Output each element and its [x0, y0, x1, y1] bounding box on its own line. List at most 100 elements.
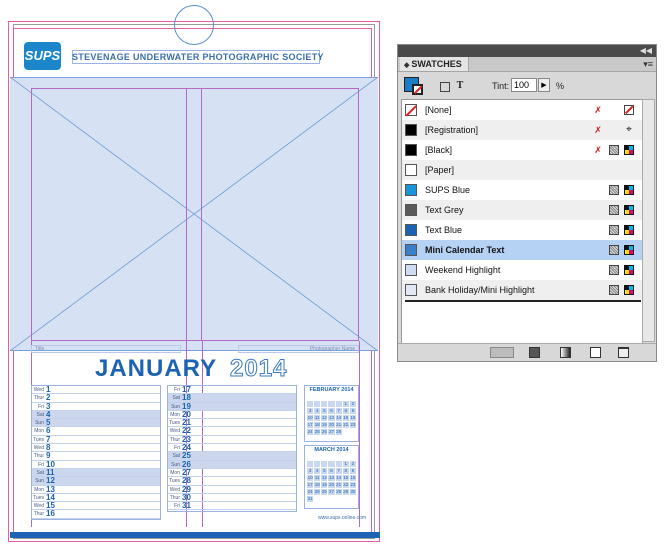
- day-row[interactable]: Sun 5: [32, 418, 160, 428]
- scrollbar[interactable]: [642, 99, 655, 342]
- day-row[interactable]: Wed 8: [32, 443, 160, 453]
- new-swatch-icon[interactable]: [590, 347, 601, 358]
- mini-calendar-day: 4: [314, 408, 321, 414]
- swatch-name: SUPS Blue: [425, 185, 471, 195]
- swatch-row[interactable]: Text Blue: [402, 220, 642, 240]
- swatch-row[interactable]: Mini Calendar Text: [402, 240, 642, 260]
- day-row[interactable]: Thur 16: [32, 509, 160, 519]
- show-color-swatches-icon[interactable]: [529, 347, 540, 358]
- mini-calendar-day: 18: [314, 482, 321, 488]
- day-name: Wed: [33, 445, 44, 452]
- swatch-chip: [405, 204, 417, 216]
- mini-calendar-day: 24: [307, 489, 314, 495]
- panel-menu-icon[interactable]: ▾≡: [643, 58, 653, 70]
- day-name: Sun: [171, 403, 180, 410]
- tint-input[interactable]: [511, 78, 537, 92]
- photographer-field[interactable]: Photographer Name: [238, 345, 359, 353]
- mini-calendar-day: 7: [335, 468, 342, 474]
- swatch-name: [Black]: [425, 145, 453, 155]
- mini-calendar-header-cell: [342, 396, 349, 400]
- mini-calendar-day: 5: [321, 468, 328, 474]
- mini-calendar-day: 14: [335, 475, 342, 481]
- day-row[interactable]: Tues 7: [32, 435, 160, 445]
- fill-stroke-proxy[interactable]: [404, 77, 426, 97]
- day-row[interactable]: Fri 31: [168, 501, 296, 511]
- day-row[interactable]: Thur 2: [32, 393, 160, 403]
- day-name: Sun: [171, 461, 180, 468]
- show-gradient-swatches-icon[interactable]: [560, 347, 571, 358]
- tab-swatches[interactable]: ◆ SWATCHES: [400, 57, 469, 71]
- none-swatch-icon: [624, 105, 634, 115]
- swatch-chip: [405, 244, 417, 256]
- swatch-row[interactable]: [Paper]: [402, 160, 642, 180]
- mini-calendar-day: 25: [314, 489, 321, 495]
- document-canvas[interactable]: SUPS STEVENAGE UNDERWATER PHOTOGRAPHIC S…: [0, 0, 390, 550]
- mini-calendar-header-cell: [321, 456, 328, 460]
- mini-calendar-day: [321, 461, 328, 467]
- swatch-chip: [405, 264, 417, 276]
- day-name: Mon: [170, 469, 180, 476]
- mini-calendar-february[interactable]: FEBRUARY 2014 1 2 3 4 5 6 7 8 9 10 11 12 13 14 15 16 17 1…: [304, 385, 359, 442]
- swatch-row[interactable]: SUPS Blue: [402, 180, 642, 200]
- mini-calendar-day: 25: [314, 429, 321, 435]
- day-row[interactable]: Fri 3: [32, 402, 160, 411]
- day-row[interactable]: Sat 4: [32, 410, 160, 420]
- mini-calendar-day: [321, 401, 328, 407]
- swatch-name: [Paper]: [425, 165, 455, 175]
- panel-tabbar: ◆ SWATCHES ▾≡: [398, 57, 656, 72]
- swatch-list[interactable]: [None] ✗ [Registration] ✗ ⌖ [Black] ✗ [Paper] SU…: [401, 99, 643, 344]
- swatch-chip: [405, 224, 417, 236]
- swatch-row[interactable]: Bank Holiday/Mini Highlight: [402, 280, 642, 300]
- swatch-chip: [405, 284, 417, 296]
- day-column-1[interactable]: Wed 1 Thur 2 Fri 3 Sat 4 Sun 5 Mon 6 Tues 7 Wed 8 Thur 9 F…: [31, 385, 161, 520]
- panel-titlebar[interactable]: ◀◀: [398, 45, 656, 57]
- tint-slider-icon[interactable]: ▶: [538, 78, 550, 92]
- day-name: Wed: [33, 503, 44, 510]
- swatch-chip: [405, 124, 417, 136]
- mini-calendar-day: [328, 401, 335, 407]
- title-field[interactable]: Title: [31, 345, 181, 353]
- collapse-icon[interactable]: ◀◀: [640, 45, 652, 57]
- show-all-swatches-icon[interactable]: [490, 347, 514, 358]
- mini-calendar-day: 10: [307, 475, 314, 481]
- swatches-panel[interactable]: ◀◀ ◆SWATCHES ▾≡ T Tint: ▶ % [None]✗[Regi…: [397, 44, 657, 362]
- mini-calendar-header-cell: [328, 456, 335, 460]
- swatch-name: Mini Calendar Text: [425, 245, 505, 255]
- format-text-icon[interactable]: T: [455, 81, 465, 91]
- year-title: 2014: [229, 355, 288, 383]
- mini-calendar-day: 23: [349, 422, 356, 428]
- swatch-row[interactable]: [Registration] ✗ ⌖: [402, 120, 642, 140]
- mini-calendar-day: 4: [314, 468, 321, 474]
- process-color-icon: [609, 285, 619, 295]
- delete-swatch-icon[interactable]: [618, 347, 629, 358]
- swatch-row[interactable]: [Black] ✗: [402, 140, 642, 160]
- mini-calendar-header-cell: [314, 456, 321, 460]
- mini-calendar-header-cell: [335, 396, 342, 400]
- mini-calendar-day: 8: [342, 468, 349, 474]
- mini-calendar-march[interactable]: MARCH 2014 1 2 3 4 5 6 7 8 9 10 11 12 13 14 15 16 17 18 19…: [304, 445, 359, 509]
- swatch-name: Bank Holiday/Mini Highlight: [425, 285, 535, 295]
- process-color-icon: [609, 145, 619, 155]
- mini-calendar-day: 31: [307, 496, 314, 502]
- format-container-icon[interactable]: [440, 82, 450, 92]
- mini-calendar-day: 19: [321, 422, 328, 428]
- day-row[interactable]: Wed 1: [32, 385, 160, 395]
- stroke-swatch-icon[interactable]: [412, 84, 423, 95]
- day-row[interactable]: Mon 6: [32, 426, 160, 436]
- day-name: Sat: [172, 453, 180, 460]
- mini-calendar-header-cell: [314, 396, 321, 400]
- swatch-name: Weekend Highlight: [425, 265, 501, 275]
- swatch-row[interactable]: [None] ✗: [402, 100, 642, 120]
- mini-calendar-grid: 1 2 3 4 5 6 7 8 9 10 11 12 13 14 15 16 17 18 19 20 21 22 23 24 2…: [305, 455, 358, 503]
- day-name: Sat: [172, 395, 180, 402]
- day-column-2[interactable]: Fri 17 Sat 18 Sun 19 Mon 20 Tues 21 Wed 22 Thur 23 Fri…: [167, 385, 297, 512]
- swatch-row[interactable]: Weekend Highlight: [402, 260, 642, 280]
- swatch-row[interactable]: Text Grey: [402, 200, 642, 220]
- mini-calendar-header-cell: [342, 456, 349, 460]
- mini-calendar-day: [314, 461, 321, 467]
- day-name: Wed: [33, 387, 44, 393]
- mini-calendar-day: [307, 461, 314, 467]
- no-edit-icon: ✗: [594, 105, 602, 115]
- day-name: Sat: [36, 469, 44, 476]
- mini-calendar-day: 29: [342, 489, 349, 495]
